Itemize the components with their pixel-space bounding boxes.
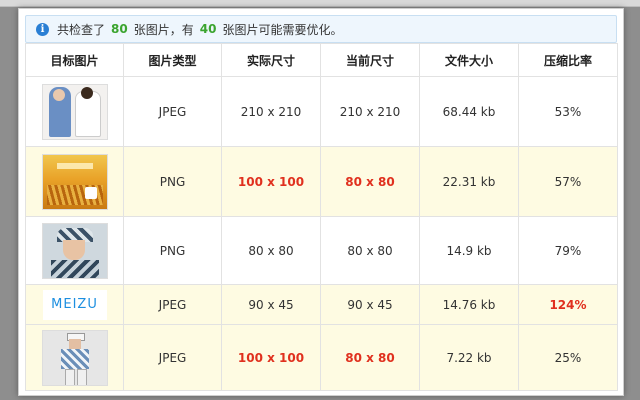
thumbnail-cell: MEIZU xyxy=(25,284,124,325)
table-row: JPEG 100 x 100 80 x 80 7.22 kb 25% xyxy=(25,324,618,391)
image-type-cell: JPEG xyxy=(123,324,222,391)
image-check-popup: i 共检查了 80 张图片，有 40 张图片可能需要优化。 目标图片 图片类型 … xyxy=(18,8,624,396)
file-size-cell: 14.76 kb xyxy=(419,284,519,325)
file-size-cell: 14.9 kb xyxy=(419,216,519,285)
thumbnail-image[interactable] xyxy=(41,329,108,386)
header-target-image: 目标图片 xyxy=(25,43,124,77)
current-size-cell: 80 x 80 xyxy=(320,146,420,217)
thumbnail-cell xyxy=(25,146,124,217)
thumbnail-image[interactable] xyxy=(41,153,108,210)
current-size-cell: 80 x 80 xyxy=(320,216,420,285)
file-size-cell: 7.22 kb xyxy=(419,324,519,391)
compression-ratio-cell: 79% xyxy=(518,216,618,285)
current-size-cell: 90 x 45 xyxy=(320,284,420,325)
notice-suffix: 张图片可能需要优化。 xyxy=(222,22,343,37)
background-toolbar-strip xyxy=(0,0,640,7)
image-type-cell: JPEG xyxy=(123,284,222,325)
image-type-cell: PNG xyxy=(123,216,222,285)
current-size-cell: 80 x 80 xyxy=(320,324,420,391)
table-row: PNG 80 x 80 80 x 80 14.9 kb 79% xyxy=(25,216,618,285)
summary-notice: i 共检查了 80 张图片，有 40 张图片可能需要优化。 xyxy=(25,15,617,43)
compression-ratio-cell: 124% xyxy=(518,284,618,325)
current-size-cell: 210 x 210 xyxy=(320,76,420,147)
notice-middle: 张图片，有 xyxy=(133,22,194,37)
actual-size-cell: 100 x 100 xyxy=(221,146,321,217)
image-type-cell: JPEG xyxy=(123,76,222,147)
compression-ratio-cell: 25% xyxy=(518,324,618,391)
file-size-cell: 68.44 kb xyxy=(419,76,519,147)
thumbnail-image[interactable] xyxy=(41,83,108,140)
header-image-type: 图片类型 xyxy=(123,43,222,77)
image-result-table: 目标图片 图片类型 实际尺寸 当前尺寸 文件大小 压缩比率 JPEG 210 x… xyxy=(25,43,618,391)
table-row: JPEG 210 x 210 210 x 210 68.44 kb 53% xyxy=(25,76,618,147)
table-header-row: 目标图片 图片类型 实际尺寸 当前尺寸 文件大小 压缩比率 xyxy=(25,43,618,77)
header-actual-size: 实际尺寸 xyxy=(221,43,321,77)
actual-size-cell: 210 x 210 xyxy=(221,76,321,147)
thumbnail-cell xyxy=(25,216,124,285)
compression-ratio-cell: 57% xyxy=(518,146,618,217)
thumbnail-image[interactable]: MEIZU xyxy=(42,289,107,320)
meizu-logo: MEIZU xyxy=(51,296,98,312)
image-type-cell: PNG xyxy=(123,146,222,217)
actual-size-cell: 80 x 80 xyxy=(221,216,321,285)
checked-count: 80 xyxy=(111,22,128,36)
actual-size-cell: 100 x 100 xyxy=(221,324,321,391)
table-row: MEIZU JPEG 90 x 45 90 x 45 14.76 kb 124% xyxy=(25,284,618,325)
thumbnail-image[interactable] xyxy=(41,222,108,279)
actual-size-cell: 90 x 45 xyxy=(221,284,321,325)
thumbnail-cell xyxy=(25,324,124,391)
compression-ratio-cell: 53% xyxy=(518,76,618,147)
file-size-cell: 22.31 kb xyxy=(419,146,519,217)
header-current-size: 当前尺寸 xyxy=(320,43,420,77)
header-compression-ratio: 压缩比率 xyxy=(518,43,618,77)
optimizable-count: 40 xyxy=(199,22,217,36)
thumbnail-cell xyxy=(25,76,124,147)
notice-prefix: 共检查了 xyxy=(57,22,106,37)
header-file-size: 文件大小 xyxy=(419,43,519,77)
table-row: PNG 100 x 100 80 x 80 22.31 kb 57% xyxy=(25,146,618,217)
info-icon: i xyxy=(36,22,49,36)
